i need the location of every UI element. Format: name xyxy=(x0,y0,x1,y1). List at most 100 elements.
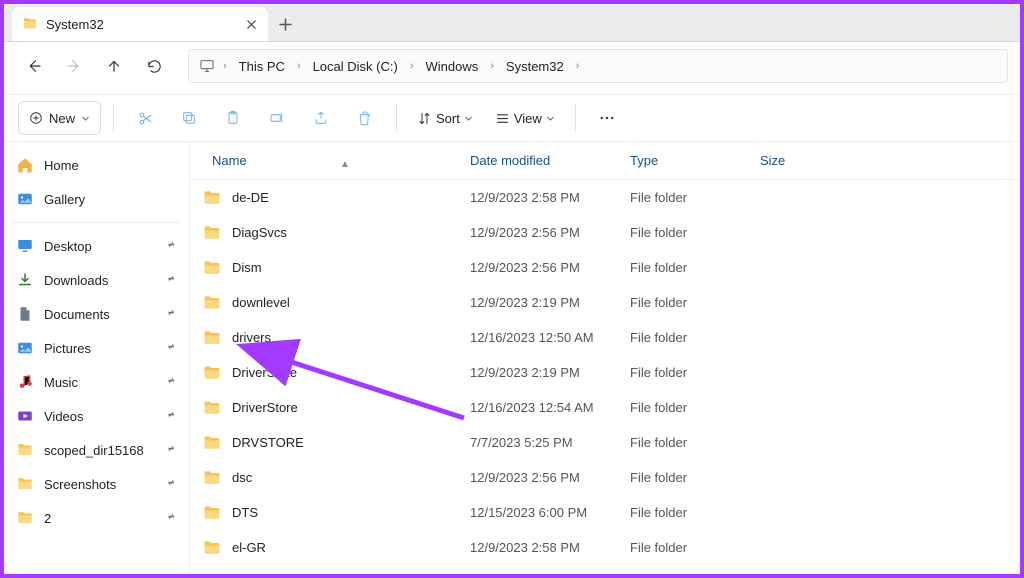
sidebar-item-quick[interactable]: Pictures xyxy=(8,331,185,365)
sidebar-item-quick[interactable]: scoped_dir15168 xyxy=(8,433,185,467)
main-area: Home Gallery Desktop Downloads Documents Pi… xyxy=(4,142,1020,574)
pin-icon xyxy=(162,441,178,458)
toolbar: New Sort View xyxy=(4,94,1020,142)
new-button-label: New xyxy=(49,111,75,126)
folder-icon xyxy=(202,433,222,453)
file-name: DiagSvcs xyxy=(232,225,287,240)
address-bar[interactable]: › This PC › Local Disk (C:) › Windows › … xyxy=(188,49,1008,83)
chevron-down-icon xyxy=(546,114,555,123)
delete-button[interactable] xyxy=(346,101,384,135)
pin-icon xyxy=(162,407,178,424)
table-row[interactable]: drivers12/16/2023 12:50 AMFile folder xyxy=(190,320,1020,355)
sidebar: Home Gallery Desktop Downloads Documents Pi… xyxy=(4,142,190,574)
plus-icon xyxy=(279,18,292,31)
sidebar-item-quick[interactable]: Downloads xyxy=(8,263,185,297)
sidebar-item-label: Gallery xyxy=(44,192,85,207)
desktop-icon xyxy=(16,237,34,255)
sidebar-item-quick[interactable]: Music xyxy=(8,365,185,399)
file-type: File folder xyxy=(630,400,760,415)
close-tab-button[interactable] xyxy=(242,15,260,33)
folder-icon xyxy=(16,509,34,527)
pin-icon xyxy=(162,237,178,254)
forward-button[interactable] xyxy=(56,48,92,84)
sidebar-item-quick[interactable]: Screenshots xyxy=(8,467,185,501)
folder-icon xyxy=(202,258,222,278)
file-list: de-DE12/9/2023 2:58 PMFile folder DiagSvc… xyxy=(190,180,1020,565)
file-date-modified: 12/9/2023 2:58 PM xyxy=(470,190,630,205)
folder-icon xyxy=(202,363,222,383)
table-row[interactable]: downlevel12/9/2023 2:19 PMFile folder xyxy=(190,285,1020,320)
sidebar-item-gallery[interactable]: Gallery xyxy=(8,182,185,216)
sidebar-item-label: scoped_dir15168 xyxy=(44,443,144,458)
file-date-modified: 12/9/2023 2:58 PM xyxy=(470,540,630,555)
up-button[interactable] xyxy=(96,48,132,84)
table-row[interactable]: el-GR 12/9/2023 2:58 PMFile folder xyxy=(190,530,1020,565)
table-row[interactable]: DiagSvcs12/9/2023 2:56 PMFile folder xyxy=(190,215,1020,250)
table-row[interactable]: Dism12/9/2023 2:56 PMFile folder xyxy=(190,250,1020,285)
breadcrumb-drive[interactable]: Local Disk (C:) xyxy=(309,57,402,76)
table-row[interactable]: dsc12/9/2023 2:56 PMFile folder xyxy=(190,460,1020,495)
file-name: el-GR xyxy=(232,540,266,555)
clipboard-icon xyxy=(225,110,241,126)
sidebar-item-quick[interactable]: Documents xyxy=(8,297,185,331)
new-button[interactable]: New xyxy=(18,101,101,135)
sidebar-item-quick[interactable]: Desktop xyxy=(8,229,185,263)
file-date-modified: 12/9/2023 2:56 PM xyxy=(470,470,630,485)
sort-label: Sort xyxy=(436,111,460,126)
column-header-date-modified[interactable]: Date modified xyxy=(470,153,630,168)
chevron-down-icon xyxy=(81,114,90,123)
column-header-size[interactable]: Size xyxy=(760,153,860,168)
sidebar-item-quick[interactable]: 2 xyxy=(8,501,185,535)
column-header-type[interactable]: Type xyxy=(630,153,760,168)
sidebar-item-label: Downloads xyxy=(44,273,108,288)
share-button[interactable] xyxy=(302,101,340,135)
window-tab[interactable]: System32 xyxy=(12,7,268,41)
breadcrumb-system32[interactable]: System32 xyxy=(502,57,568,76)
sidebar-item-home[interactable]: Home xyxy=(8,148,185,182)
file-name: DriverState xyxy=(232,365,297,380)
sort-button[interactable]: Sort xyxy=(409,101,481,135)
rename-button[interactable] xyxy=(258,101,296,135)
file-name: drivers xyxy=(232,330,271,345)
breadcrumb-windows[interactable]: Windows xyxy=(422,57,483,76)
copy-button[interactable] xyxy=(170,101,208,135)
paste-button[interactable] xyxy=(214,101,252,135)
share-icon xyxy=(313,110,329,126)
file-type: File folder xyxy=(630,470,760,485)
breadcrumb-thispc[interactable]: This PC xyxy=(235,57,289,76)
refresh-button[interactable] xyxy=(136,48,172,84)
new-tab-button[interactable] xyxy=(268,7,302,41)
sidebar-item-quick[interactable]: Videos xyxy=(8,399,185,433)
folder-icon xyxy=(22,16,38,32)
file-type: File folder xyxy=(630,540,760,555)
nav-row: › This PC › Local Disk (C:) › Windows › … xyxy=(4,42,1020,90)
file-date-modified: 12/9/2023 2:56 PM xyxy=(470,225,630,240)
cut-button[interactable] xyxy=(126,101,164,135)
pictures-icon xyxy=(16,339,34,357)
table-row[interactable]: DRVSTORE7/7/2023 5:25 PMFile folder xyxy=(190,425,1020,460)
file-date-modified: 12/9/2023 2:19 PM xyxy=(470,295,630,310)
close-icon xyxy=(246,19,257,30)
sidebar-item-label: Pictures xyxy=(44,341,91,356)
table-row[interactable]: DTS12/15/2023 6:00 PMFile folder xyxy=(190,495,1020,530)
chevron-right-icon: › xyxy=(221,60,229,72)
column-header-name[interactable]: Name ▲ xyxy=(190,153,470,168)
list-icon xyxy=(495,111,510,126)
back-button[interactable] xyxy=(16,48,52,84)
table-row[interactable]: DriverState12/9/2023 2:19 PMFile folder xyxy=(190,355,1020,390)
tab-title: System32 xyxy=(46,17,242,32)
view-button[interactable]: View xyxy=(487,101,563,135)
table-row[interactable]: DriverStore12/16/2023 12:54 AMFile folde… xyxy=(190,390,1020,425)
chevron-right-icon: › xyxy=(408,60,416,72)
sort-asc-icon: ▲ xyxy=(340,159,350,170)
table-row[interactable]: de-DE12/9/2023 2:58 PMFile folder xyxy=(190,180,1020,215)
pin-icon xyxy=(162,373,178,390)
folder-icon xyxy=(202,398,222,418)
file-type: File folder xyxy=(630,435,760,450)
sidebar-item-label: Home xyxy=(44,158,79,173)
chevron-down-icon xyxy=(464,114,473,123)
rename-icon xyxy=(269,110,285,126)
arrow-right-icon xyxy=(65,57,83,75)
pin-icon xyxy=(162,475,178,492)
more-button[interactable] xyxy=(588,101,626,135)
